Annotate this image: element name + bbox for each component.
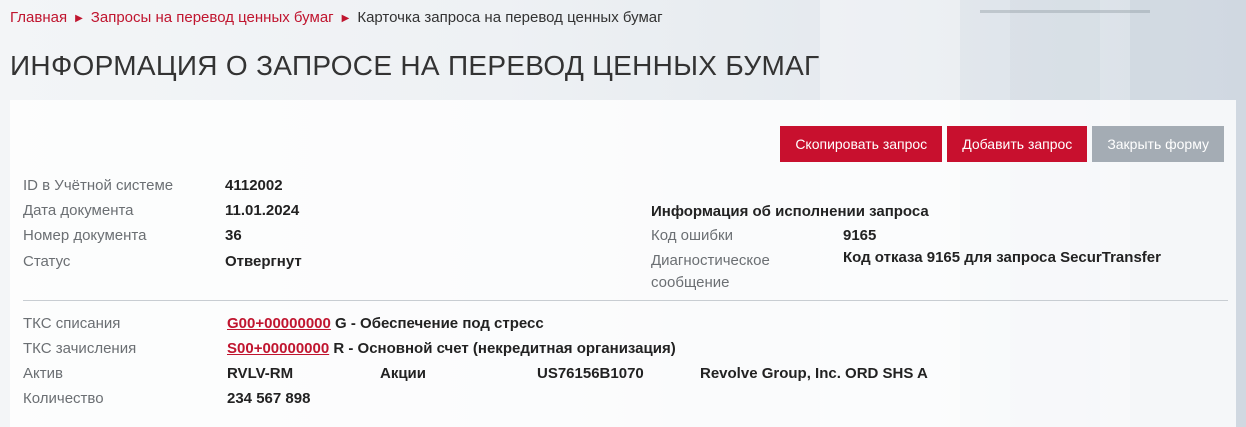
page-title: ИНФОРМАЦИЯ О ЗАПРОСЕ НА ПЕРЕВОД ЦЕННЫХ Б… [10,50,820,81]
field-value: 4112002 [225,177,283,194]
credit-account-link[interactable]: S00+00000000 [227,340,329,357]
field-label: ТКС списания [23,315,121,332]
breadcrumb-link-home[interactable]: Главная [10,9,67,26]
asset-name: Revolve Group, Inc. ORD SHS A [700,365,928,382]
field-value: 234 567 898 [227,390,311,407]
field-label: ТКС зачисления [23,340,137,357]
field-label: ID в Учётной системе [23,177,174,194]
copy-request-button[interactable]: Скопировать запрос [780,126,943,162]
add-request-button[interactable]: Добавить запрос [947,126,1088,162]
execution-info-title: Информация об исполнении запроса [651,203,929,220]
field-value: G - Обеспечение под стресс [335,315,544,332]
asset-isin: US76156B1070 [537,365,644,382]
field-label: Количество [23,390,104,407]
field-value: 36 [225,227,242,244]
request-card: Скопировать запрос Добавить запрос Закры… [10,100,1236,427]
breadcrumb-current: Карточка запроса на перевод ценных бумаг [357,9,663,26]
field-label: Дата документа [23,202,134,219]
close-form-button[interactable]: Закрыть форму [1092,126,1224,162]
field-label: Диагностическое сообщение [651,252,770,291]
breadcrumb-separator-icon: ▶ [341,13,350,24]
field-value: R - Основной счет (некредитная организац… [333,340,676,357]
field-label: Статус [23,253,71,270]
divider [23,300,1228,301]
status-value: Отвергнут [225,253,302,270]
action-buttons: Скопировать запрос Добавить запрос Закры… [780,126,1224,162]
asset-type: Акции [380,365,427,382]
field-value: 11.01.2024 [225,202,300,219]
field-value: 9165 [843,227,877,244]
breadcrumb-separator-icon: ▶ [75,13,83,24]
field-label: Код ошибки [651,227,733,244]
asset-code: RVLV-RM [227,365,294,382]
debit-account-link[interactable]: G00+00000000 [227,315,331,332]
breadcrumb-link-requests[interactable]: Запросы на перевод ценных бумаг [91,9,334,26]
field-label: Актив [23,365,63,382]
field-value: Код отказа 9165 для запроса SecurTransfe… [843,249,1161,266]
breadcrumb: Главная ▶ Запросы на перевод ценных бумаг ▶… [10,9,663,26]
field-label: Номер документа [23,227,147,244]
